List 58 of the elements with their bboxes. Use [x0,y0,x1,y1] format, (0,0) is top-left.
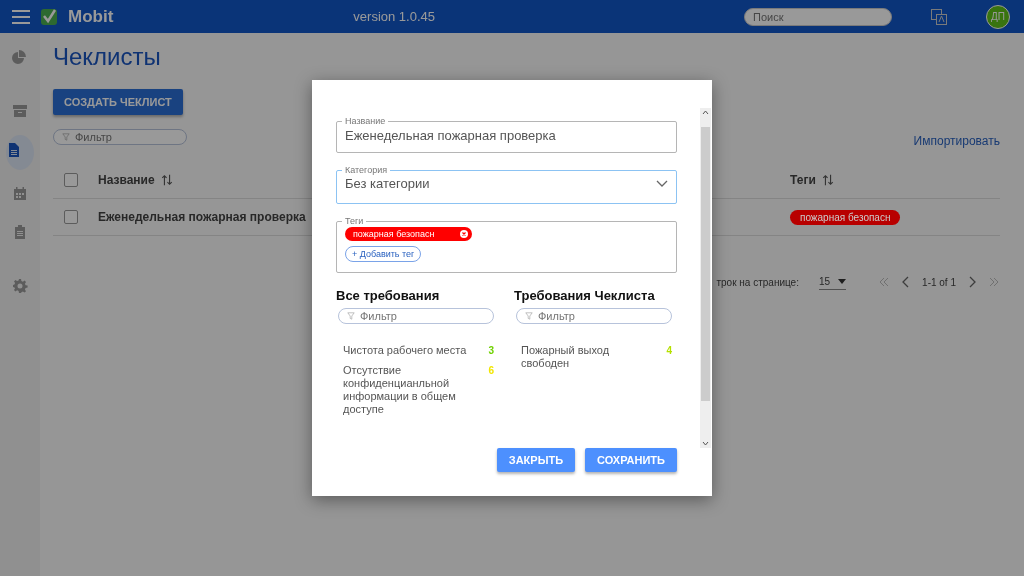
rows-per-page-dropdown[interactable]: 15 [818,274,847,290]
tag-chip: пожарная безопасн [345,227,473,241]
search-field[interactable]: Поиск [744,7,892,26]
filter-icon [347,312,355,320]
filter-input[interactable]: Фильтр [360,310,485,322]
scroll-down-icon[interactable] [702,441,709,446]
page-range: 1-1 of 1 [922,276,956,288]
translate-icon[interactable] [930,7,948,26]
tags-field[interactable]: Теги пожарная безопасн + Добавить тег [336,216,677,273]
import-link[interactable]: Импортировать [913,134,1000,148]
dropdown-arrow-icon [838,279,847,284]
requirement-item[interactable]: Отсутствие конфиденцианльной информации в общем доступе [343,364,468,416]
requirement-item[interactable]: Пожарный выход свободен [521,344,646,370]
filter-input[interactable]: Фильтр [538,310,663,322]
sidebar-item[interactable] [6,135,34,170]
filter-input[interactable]: Фильтр [75,131,178,143]
filter-icon [62,133,70,141]
page-title: Чеклисты [53,43,162,72]
count-label: 4 [666,344,672,358]
remove-icon[interactable] [460,230,469,238]
app-name: Mobit [68,6,114,27]
requirement-item[interactable]: Чистота рабочего места [343,344,468,357]
chevron-down-icon [656,179,668,188]
version-label: version 1.0.45 [353,9,436,24]
sort-icon[interactable] [821,174,834,186]
pie-chart-icon [12,49,28,65]
filter-field[interactable]: Фильтр [53,129,187,145]
tag-chip: пожарная безопасн [790,209,901,225]
field-label: Название [344,116,387,126]
checkmark-logo-icon [40,7,58,26]
last-page-icon[interactable] [988,276,1000,288]
menu-icon[interactable] [12,9,30,24]
name-field[interactable]: Название Еженедельная пожарная проверка [336,116,677,153]
filter-field[interactable]: Фильтр [338,308,494,324]
archive-box-icon [12,103,28,119]
rows-per-page-label: трок на странице: [716,276,799,288]
sort-icon[interactable] [160,174,173,186]
document-icon [6,142,22,158]
settings-icon [12,278,28,294]
clipboard-icon [12,224,28,240]
section-title: Требования Чеклиста [514,286,656,305]
filter-field[interactable]: Фильтр [516,308,672,324]
filter-icon [525,312,533,320]
category-dropdown[interactable]: Категория Без категории [336,165,677,204]
table-cell: Еженедельная пожарная проверка [98,210,306,224]
create-checklist-button[interactable]: СОЗДАТЬ ЧЕКЛИСТ [53,89,183,115]
first-page-icon[interactable] [878,276,891,288]
column-header[interactable]: Теги [790,173,816,187]
section-title: Все требования [336,286,441,305]
add-tag-button[interactable]: + Добавить тег [345,246,422,262]
column-header[interactable]: Название [98,173,155,187]
scroll-up-icon[interactable] [702,110,709,115]
calendar-icon [12,186,28,202]
row-checkbox[interactable] [64,210,78,224]
select-all-checkbox[interactable] [64,173,78,187]
count-label: 3 [488,344,494,357]
scrollbar[interactable] [700,108,711,448]
count-label: 6 [488,364,494,378]
